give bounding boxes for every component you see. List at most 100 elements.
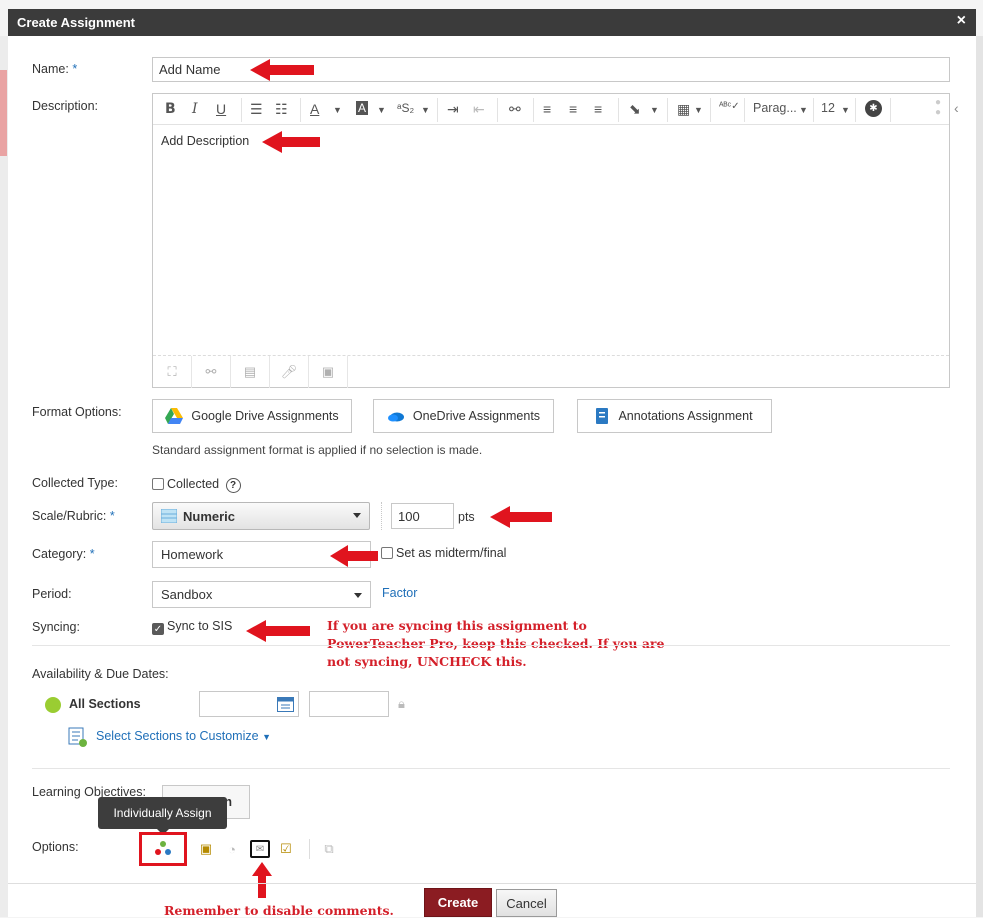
individually-assign-tooltip: Individually Assign	[98, 797, 227, 829]
annotation-arrow-category	[330, 545, 378, 567]
annotations-icon	[596, 408, 609, 424]
sections-list-icon	[68, 727, 87, 747]
status-dot-icon	[45, 697, 61, 713]
points-unit-label: pts	[458, 510, 475, 524]
chevron-left-icon[interactable]: ‹	[954, 100, 959, 116]
insert-media-icon[interactable]: ⬊	[629, 101, 641, 118]
chevron-down-icon[interactable]: ▼	[799, 105, 808, 115]
chevron-down-icon[interactable]: ▼	[421, 105, 430, 115]
toolbar-separator	[855, 98, 856, 122]
description-text: Add Description	[161, 134, 250, 148]
collected-checkbox-row: Collected ?	[152, 477, 241, 493]
chevron-down-icon[interactable]: ▼	[694, 105, 703, 115]
superscript-icon[interactable]: ᵃS₂	[397, 101, 414, 115]
more-options-icon[interactable]: ● ●	[935, 98, 941, 118]
chevron-down-icon[interactable]: ▼	[377, 105, 386, 115]
create-assignment-dialog: Create Assignment × Name: * Add Name Des…	[0, 0, 983, 918]
close-icon[interactable]: ×	[957, 12, 966, 30]
help-icon[interactable]: ?	[225, 478, 241, 493]
create-button[interactable]: Create	[424, 888, 492, 917]
collected-checkbox[interactable]	[152, 478, 164, 490]
font-size-select[interactable]: 12	[821, 101, 835, 115]
available-time-input[interactable]	[309, 691, 389, 717]
google-drive-assignments-button[interactable]: Google Drive Assignments	[152, 399, 352, 433]
scale-separator	[381, 502, 382, 530]
align-center-icon[interactable]: ≡	[569, 101, 577, 117]
chevron-down-icon	[353, 513, 361, 518]
all-sections-label: All Sections	[69, 697, 141, 711]
link-icon[interactable]: ⚯	[509, 101, 521, 118]
toolbar-separator	[667, 98, 668, 122]
toolbar-separator	[497, 98, 498, 122]
record-audio-icon[interactable]: 🎤︎	[270, 356, 309, 388]
insert-embed-icon[interactable]: ▣	[309, 356, 348, 388]
numbered-list-icon[interactable]: ☷	[275, 101, 288, 118]
comments-icon[interactable]: ✉	[250, 840, 270, 858]
annotations-assignment-button[interactable]: Annotations Assignment	[577, 399, 772, 433]
availability-label: Availability & Due Dates:	[32, 667, 169, 681]
annotation-arrow-name	[250, 59, 314, 81]
section-divider	[32, 768, 950, 769]
description-label: Description:	[32, 99, 98, 113]
align-left-icon[interactable]: ≡	[543, 101, 551, 117]
outdent-icon[interactable]: ⇤	[473, 101, 485, 118]
insert-file-icon[interactable]: ▤	[231, 356, 270, 388]
gradebook-icon[interactable]: ▣	[197, 840, 215, 858]
indent-icon[interactable]: ⇥	[447, 101, 459, 118]
chevron-down-icon[interactable]: ▼	[841, 105, 850, 115]
bullet-list-icon[interactable]: ☰	[250, 101, 263, 118]
name-input-value: Add Name	[159, 62, 221, 77]
font-color-icon[interactable]: A	[310, 101, 319, 117]
dialog-title: Create Assignment	[17, 15, 135, 30]
toolbar-separator	[618, 98, 619, 122]
chevron-down-icon[interactable]: ▼	[333, 105, 342, 115]
lock-icon: 🔒︎	[398, 696, 405, 711]
onedrive-icon	[387, 412, 404, 422]
toolbar-separator	[744, 98, 745, 122]
period-select[interactable]: Sandbox	[152, 581, 371, 608]
factor-link[interactable]: Factor	[382, 586, 417, 600]
section-divider	[32, 645, 950, 646]
paragraph-format-select[interactable]: Parag...	[753, 101, 797, 115]
spellcheck-icon[interactable]: ᴬᴮᶜ✓	[719, 101, 740, 112]
checklist-icon[interactable]: ☑	[277, 840, 295, 858]
annotation-arrow-points	[490, 506, 552, 528]
comments-instruction-note: Remember to disable comments.	[164, 903, 394, 918]
midterm-checkbox[interactable]	[381, 547, 393, 559]
copy-icon[interactable]: ⧉	[320, 840, 338, 858]
toolbar-separator	[710, 98, 711, 122]
accessibility-icon[interactable]: ✱	[865, 100, 882, 117]
points-input[interactable]: 100	[391, 503, 454, 529]
available-date-input[interactable]	[199, 691, 299, 717]
bold-button[interactable]: B	[165, 101, 176, 117]
chevron-down-icon	[354, 593, 362, 598]
period-label: Period:	[32, 587, 72, 601]
insert-link-icon[interactable]: ⚯	[192, 356, 231, 388]
scale-rubric-label: Scale/Rubric: *	[32, 509, 115, 523]
onedrive-assignments-button[interactable]: OneDrive Assignments	[373, 399, 554, 433]
google-drive-icon	[165, 408, 184, 424]
cancel-button[interactable]: Cancel	[496, 889, 557, 917]
table-icon[interactable]: ▦	[677, 101, 690, 118]
category-label: Category: *	[32, 547, 95, 561]
select-sections-link[interactable]: Select Sections to Customize ▼	[96, 729, 271, 743]
sync-to-sis-checkbox[interactable]: ✓	[152, 623, 164, 635]
options-label: Options:	[32, 840, 79, 854]
name-label: Name: *	[32, 62, 78, 76]
highlight-color-icon[interactable]: A	[356, 101, 369, 115]
chevron-down-icon[interactable]: ▼	[650, 105, 659, 115]
syncing-label: Syncing:	[32, 620, 80, 634]
rubric-icon[interactable]: ◔	[223, 840, 241, 858]
align-right-icon[interactable]: ≡	[594, 101, 602, 117]
italic-button[interactable]: I	[192, 101, 198, 117]
toolbar-separator	[437, 98, 438, 122]
scale-rubric-select[interactable]: Numeric	[152, 502, 370, 530]
collected-type-label: Collected Type:	[32, 476, 118, 490]
individually-assign-icon[interactable]	[154, 840, 172, 857]
underline-button[interactable]: U	[216, 101, 226, 117]
midterm-checkbox-row: Set as midterm/final	[381, 546, 506, 560]
toolbar-separator	[241, 98, 242, 122]
insert-image-icon[interactable]: ⛶	[153, 356, 192, 388]
annotation-arrow-description	[262, 131, 320, 153]
calendar-icon[interactable]	[277, 697, 294, 712]
